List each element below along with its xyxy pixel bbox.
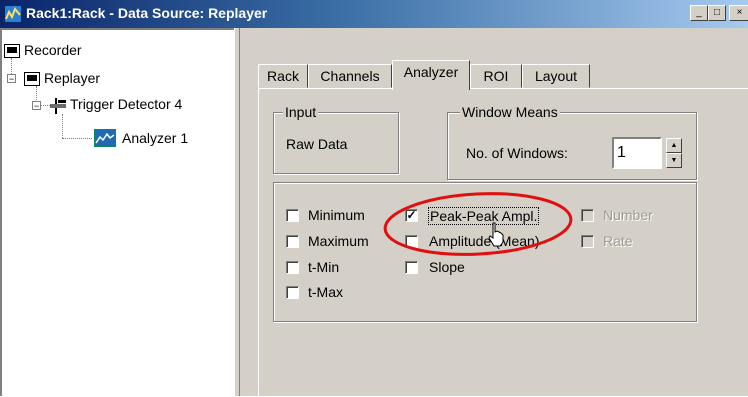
tab-channels[interactable]: Channels xyxy=(308,64,392,88)
windows-count-label: No. of Windows: xyxy=(466,145,568,161)
tree-connector xyxy=(40,105,50,106)
app-icon xyxy=(5,6,21,22)
minimum-checkbox[interactable] xyxy=(286,209,299,222)
input-group-title: Input xyxy=(283,104,319,120)
minimize-button[interactable]: _ xyxy=(690,5,708,21)
tree-view[interactable]: Recorder − Replayer − Trigger Detector 4… xyxy=(0,28,234,396)
tab-layout[interactable]: Layout xyxy=(522,64,590,88)
slope-label: Slope xyxy=(429,259,465,275)
tree-connector xyxy=(62,138,92,139)
spin-up-button[interactable]: ▲ xyxy=(666,138,682,153)
slope-checkbox[interactable] xyxy=(405,261,418,274)
tree-item-trigger-detector[interactable]: Trigger Detector 4 xyxy=(70,96,182,112)
maximize-button[interactable]: □ xyxy=(708,5,726,21)
rate-checkbox xyxy=(581,235,594,248)
close-button[interactable]: × xyxy=(729,5,748,21)
number-checkbox xyxy=(581,209,594,222)
t-max-checkbox[interactable] xyxy=(286,286,299,299)
t-min-label: t-Min xyxy=(308,259,340,275)
maximum-label: Maximum xyxy=(308,233,369,249)
recorder-icon xyxy=(24,72,40,86)
highlight-ellipse xyxy=(383,192,573,256)
minimum-label: Minimum xyxy=(308,207,365,223)
input-value: Raw Data xyxy=(286,136,348,152)
analyzer-icon xyxy=(94,129,116,147)
collapse-icon[interactable]: − xyxy=(7,74,16,84)
tab-rack[interactable]: Rack xyxy=(258,64,308,88)
title-bar: Rack1:Rack - Data Source: Replayer _ □ × xyxy=(0,0,748,28)
collapse-icon[interactable]: − xyxy=(32,101,41,111)
maximum-checkbox[interactable] xyxy=(286,235,299,248)
window-title: Rack1:Rack - Data Source: Replayer xyxy=(26,5,268,21)
t-max-label: t-Max xyxy=(308,284,343,300)
mouse-cursor-icon xyxy=(488,222,504,247)
tree-connector xyxy=(62,114,63,138)
window-means-title: Window Means xyxy=(460,104,560,120)
tree-item-replayer[interactable]: Replayer xyxy=(44,70,100,86)
trigger-icon xyxy=(50,98,66,114)
recorder-icon xyxy=(4,44,20,58)
t-min-checkbox[interactable] xyxy=(286,261,299,274)
tab-roi[interactable]: ROI xyxy=(470,64,522,88)
tree-item-analyzer[interactable]: Analyzer 1 xyxy=(122,130,188,146)
number-label: Number xyxy=(603,207,653,223)
rate-label: Rate xyxy=(603,233,633,249)
tree-item-recorder[interactable]: Recorder xyxy=(24,42,82,58)
spin-down-button[interactable]: ▼ xyxy=(666,153,682,168)
windows-count-input[interactable]: 1 xyxy=(612,137,662,169)
tab-analyzer[interactable]: Analyzer xyxy=(392,60,470,90)
